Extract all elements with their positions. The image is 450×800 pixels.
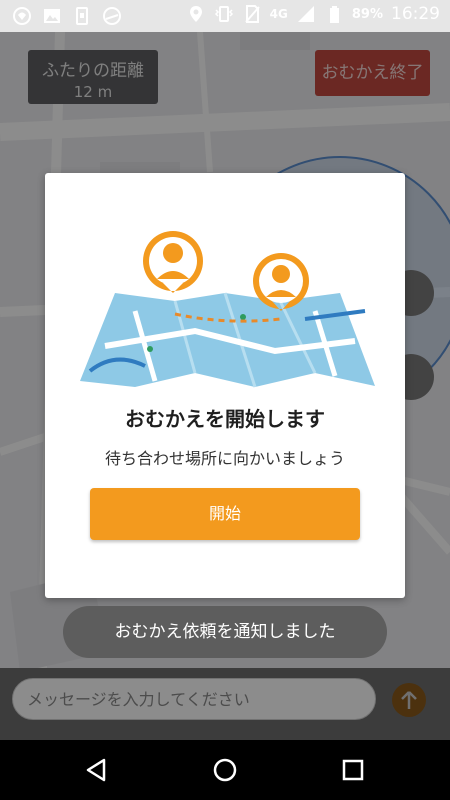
home-icon[interactable] <box>210 755 240 785</box>
recents-icon[interactable] <box>338 755 368 785</box>
location-icon <box>189 6 202 22</box>
road-icon <box>103 7 121 25</box>
status-bar: 4G 89% 16:29 <box>0 0 450 32</box>
system-status: 4G 89% 16:29 <box>186 4 440 24</box>
device-icon <box>76 7 88 25</box>
dialog-title: おむかえを開始します <box>125 407 325 431</box>
battery-percent: 89% <box>351 6 383 22</box>
map-meeting-illustration <box>80 231 375 388</box>
clock: 16:29 <box>391 4 440 24</box>
notification-icons <box>12 6 122 26</box>
image-icon <box>44 9 60 23</box>
network-type: 4G <box>269 7 288 21</box>
toast-notification: おむかえ依頼を通知しました <box>63 606 387 658</box>
dialog-message: 待ち合わせ場所に向かいましょう <box>104 449 345 468</box>
start-pickup-dialog: おむかえを開始します 待ち合わせ場所に向かいましょう 開始 <box>45 173 405 598</box>
battery-icon <box>329 6 339 23</box>
no-sim-icon <box>244 5 260 23</box>
start-button[interactable]: 開始 <box>90 488 360 540</box>
vibrate-icon <box>214 6 233 22</box>
back-icon[interactable] <box>82 755 112 785</box>
signal-icon <box>297 6 314 22</box>
navigation-bar <box>0 740 450 800</box>
heart-icon <box>13 7 31 25</box>
